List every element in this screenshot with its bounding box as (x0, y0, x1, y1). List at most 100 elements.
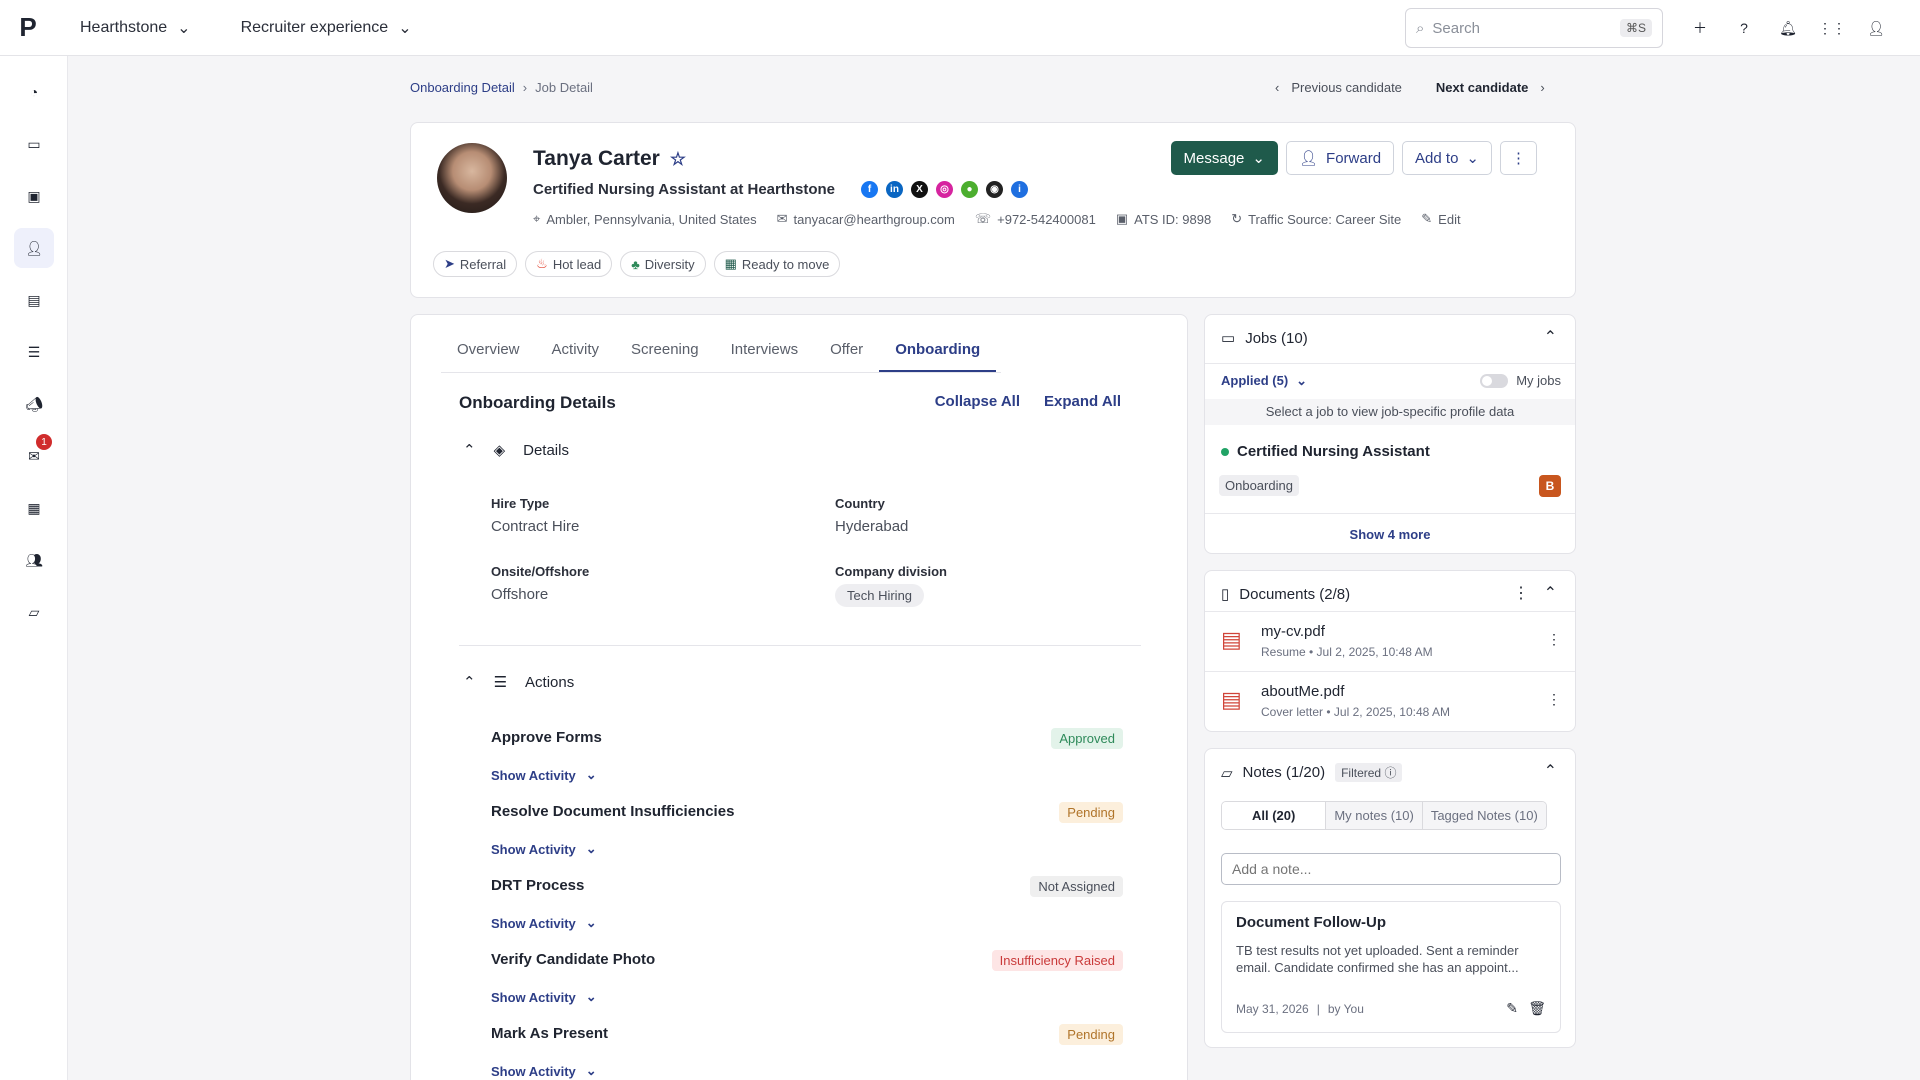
candidate-meta: ⌖ Ambler, Pennsylvania, United States ✉ ta… (533, 211, 1461, 227)
user-icon[interactable]: 👤︎ (1864, 16, 1888, 40)
pencil-icon[interactable]: ✎ (1506, 1000, 1518, 1017)
folder-icon[interactable]: ▱ (14, 592, 54, 632)
kebab-icon: ⋮ (1511, 150, 1526, 167)
info-icon: ⓘ (1384, 766, 1397, 780)
megaphone-icon[interactable]: 📣︎ (14, 384, 54, 424)
star-icon[interactable]: ☆ (670, 149, 686, 170)
people-icon: ♣ (631, 256, 640, 272)
clipboard-icon[interactable]: ▤ (14, 280, 54, 320)
team-icon[interactable]: 👥︎ (14, 540, 54, 580)
actions-section-header[interactable]: ⌃ ☰ Actions (463, 673, 574, 692)
kebab-icon[interactable]: ⋮ (1513, 583, 1529, 603)
tag-hot-lead[interactable]: ♨ Hot lead (525, 251, 613, 277)
show-activity-label: Show Activity (491, 767, 576, 783)
facebook-icon[interactable]: f (861, 181, 878, 198)
more-options-button[interactable]: ⋮ (1500, 141, 1537, 175)
location-item: ⌖ Ambler, Pennsylvania, United States (533, 211, 757, 227)
linkedin-icon[interactable]: in (886, 181, 903, 198)
chevron-down-icon: ⌄ (585, 915, 597, 930)
job-row[interactable]: Certified Nursing Assistant (1221, 443, 1430, 460)
tag-label: Diversity (644, 256, 695, 272)
kebab-icon[interactable]: ⋮ (1547, 691, 1561, 708)
instagram-icon[interactable]: ◎ (936, 181, 953, 198)
plus-icon[interactable]: ＋ (1688, 16, 1712, 40)
chevron-down-icon: ⌄ (585, 1063, 597, 1078)
country-label: Country (835, 496, 885, 511)
show-more-link[interactable]: Show 4 more (1205, 527, 1575, 542)
help-icon[interactable]: ? (1732, 16, 1756, 40)
previous-candidate-link[interactable]: Previous candidate (1291, 80, 1402, 95)
dashboard-icon[interactable]: ◔ (14, 72, 54, 112)
show-activity-toggle[interactable]: Show Activity ⌄ (491, 841, 597, 857)
action-name: Approve Forms (491, 729, 602, 746)
briefcase-icon[interactable]: ▭ (14, 124, 54, 164)
github-icon[interactable]: ◉ (986, 181, 1003, 198)
jobs-hint: Select a job to view job-specific profil… (1205, 399, 1575, 425)
apps-grid-icon[interactable]: ⋮⋮ (1818, 16, 1846, 40)
forward-button[interactable]: 👤︎ Forward (1285, 141, 1395, 175)
search-input[interactable]: ⌕ Search ⌘S (1405, 8, 1663, 48)
experience-selector[interactable]: Recruiter experience ⌄ (241, 18, 412, 38)
show-activity-toggle[interactable]: Show Activity ⌄ (491, 1063, 597, 1079)
tag-referral[interactable]: ➤ Referral (433, 251, 518, 277)
presentation-icon[interactable]: ▣ (14, 176, 54, 216)
edit-link[interactable]: ✎ Edit (1421, 211, 1460, 227)
tag-diversity[interactable]: ♣ Diversity (620, 251, 706, 277)
kebab-icon[interactable]: ⋮ (1547, 631, 1561, 648)
candidate-name-row: Tanya Carter ☆ (533, 147, 686, 171)
id-card-icon: ▣ (1115, 211, 1129, 226)
show-activity-toggle[interactable]: Show Activity ⌄ (491, 915, 597, 931)
chevron-up-icon: ⌃ (463, 442, 476, 459)
notes-tab-all[interactable]: All (20) (1222, 802, 1327, 829)
list-icon[interactable]: ☰ (14, 332, 54, 372)
show-activity-toggle[interactable]: Show Activity ⌄ (491, 989, 597, 1005)
tab-screening[interactable]: Screening (615, 329, 715, 372)
tab-onboarding[interactable]: Onboarding (879, 329, 997, 372)
collapse-all-link[interactable]: Collapse All (935, 393, 1020, 410)
chevron-left-icon[interactable]: ‹ (1275, 80, 1279, 95)
x-icon[interactable]: X (911, 181, 928, 198)
details-section-header[interactable]: ⌃ ◈ Details (463, 441, 569, 460)
candidate-icon[interactable]: 👤︎ (14, 228, 54, 268)
source-icon: ↻ (1231, 211, 1243, 226)
chevron-up-icon[interactable]: ⌃ (1544, 327, 1557, 347)
workspace-selector[interactable]: Hearthstone ⌄ (80, 18, 191, 38)
phone-item[interactable]: ☏ +972-542400081 (975, 211, 1096, 227)
applied-filter[interactable]: Applied (5) ⌄ (1221, 373, 1307, 389)
tab-activity[interactable]: Activity (536, 329, 616, 372)
message-button[interactable]: Message ⌄ (1170, 141, 1278, 175)
breadcrumb-parent[interactable]: Onboarding Detail (410, 80, 515, 95)
tag-ready-to-move[interactable]: ▦ Ready to move (713, 251, 841, 277)
note-footer: May 31, 2026 | by You (1236, 1002, 1364, 1016)
document-row[interactable]: ▤ my-cv.pdf Resume • Jul 2, 2025, 10:48 … (1221, 623, 1561, 673)
add-note-input[interactable] (1221, 853, 1561, 885)
trash-icon[interactable]: 🗑︎ (1528, 1000, 1546, 1017)
add-to-button[interactable]: Add to ⌄ (1402, 141, 1492, 175)
division-label: Company division (835, 564, 947, 579)
notes-tab-mine[interactable]: My notes (10) (1326, 802, 1423, 829)
info-icon[interactable]: i (1011, 181, 1028, 198)
wechat-icon[interactable]: ● (961, 181, 978, 198)
document-row[interactable]: ▤ aboutMe.pdf Cover letter • Jul 2, 2025… (1221, 683, 1561, 733)
show-activity-toggle[interactable]: Show Activity ⌄ (491, 767, 597, 783)
calendar-icon[interactable]: ▦ (14, 488, 54, 528)
tab-overview[interactable]: Overview (441, 329, 536, 372)
chevron-up-icon[interactable]: ⌃ (1544, 761, 1557, 781)
filtered-label: Filtered (1341, 766, 1382, 780)
my-jobs-toggle[interactable]: My jobs (1480, 373, 1561, 388)
toggle-switch[interactable] (1480, 373, 1509, 388)
messages-icon[interactable]: ✉ 1 (14, 434, 54, 476)
tab-interviews[interactable]: Interviews (715, 329, 815, 372)
expand-all-link[interactable]: Expand All (1044, 393, 1121, 410)
tab-offer[interactable]: Offer (814, 329, 879, 372)
email-item[interactable]: ✉ tanyacar@hearthgroup.com (777, 211, 955, 227)
notes-header: ▱ Notes (1/20) Filtered ⓘ (1221, 763, 1403, 782)
note-card[interactable]: Document Follow-Up TB test results not y… (1221, 901, 1561, 1033)
app-logo[interactable]: P (0, 0, 56, 56)
phone-icon: ☏ (974, 211, 992, 226)
chevron-right-icon[interactable]: › (1540, 80, 1544, 95)
chevron-up-icon[interactable]: ⌃ (1544, 583, 1557, 603)
notes-tab-tagged[interactable]: Tagged Notes (10) (1422, 802, 1546, 829)
next-candidate-link[interactable]: Next candidate (1436, 80, 1528, 95)
bell-icon[interactable]: 🔔︎ (1776, 16, 1800, 40)
